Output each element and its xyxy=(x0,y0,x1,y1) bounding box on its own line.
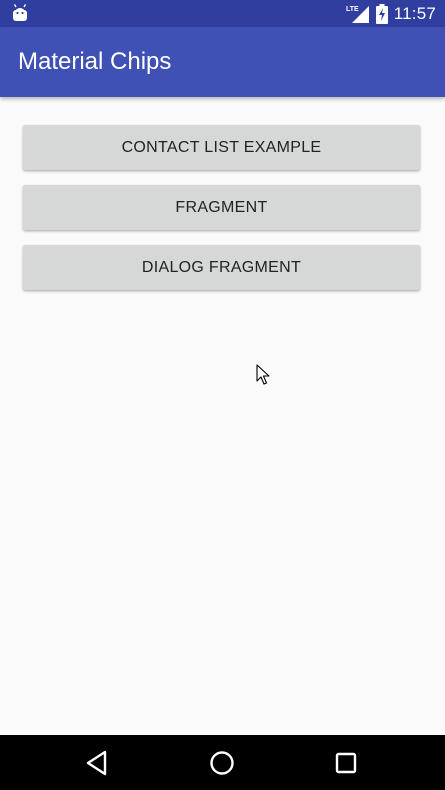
svg-text:LTE: LTE xyxy=(346,6,359,13)
recents-icon xyxy=(335,752,357,773)
lte-signal-icon: LTE xyxy=(346,5,369,23)
back-icon xyxy=(86,750,107,775)
app-title: Material Chips xyxy=(18,48,172,75)
home-button[interactable] xyxy=(192,735,252,790)
status-icons: LTE 11:57 xyxy=(346,0,436,27)
battery-charging-icon xyxy=(375,3,388,24)
android-notification-icon xyxy=(13,4,27,21)
dialog-fragment-button[interactable]: DIALOG FRAGMENT xyxy=(23,245,420,290)
app-screen: LTE 11:57 Material Chips CONTACT LIST EX… xyxy=(0,0,445,790)
contact-list-example-button[interactable]: CONTACT LIST EXAMPLE xyxy=(23,125,420,170)
mouse-cursor-icon xyxy=(256,364,270,385)
home-icon xyxy=(210,750,234,775)
app-bar: Material Chips xyxy=(0,27,445,97)
fragment-button[interactable]: FRAGMENT xyxy=(23,185,420,230)
back-button[interactable] xyxy=(67,735,127,790)
recents-button[interactable] xyxy=(316,735,376,790)
status-bar: LTE 11:57 xyxy=(0,0,445,27)
status-time: 11:57 xyxy=(393,3,436,23)
navigation-bar xyxy=(0,735,445,790)
